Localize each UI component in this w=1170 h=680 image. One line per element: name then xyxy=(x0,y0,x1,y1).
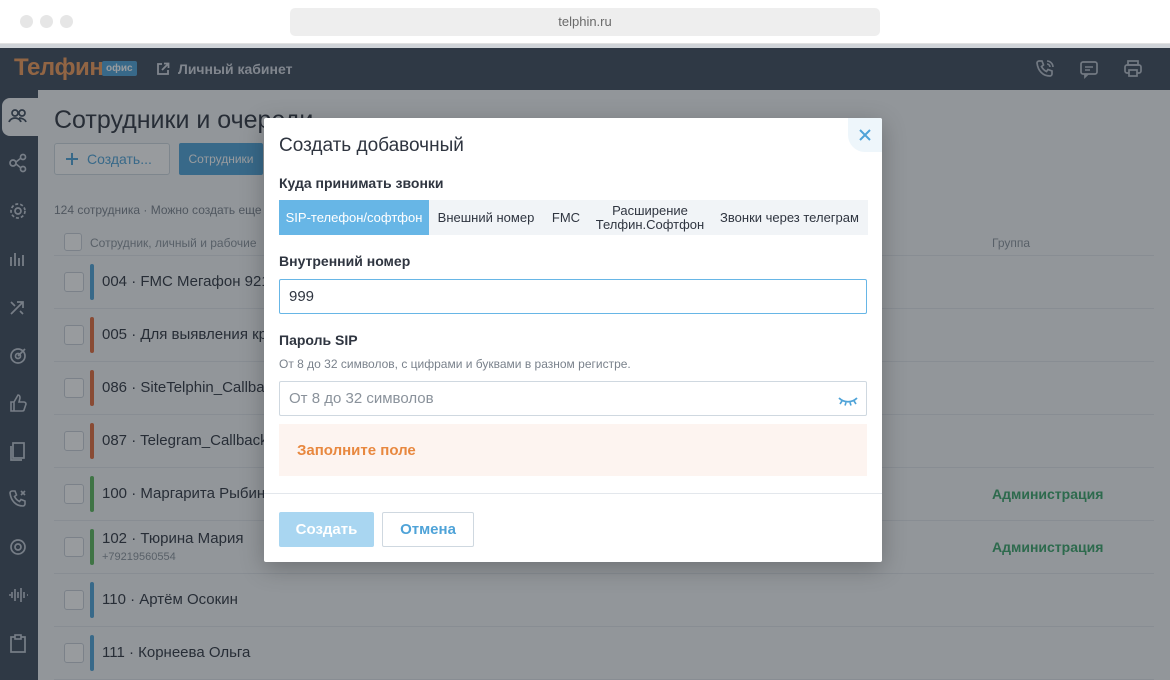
dialog-divider xyxy=(264,493,882,494)
window-zoom-dot[interactable] xyxy=(60,15,73,28)
extension-input[interactable] xyxy=(279,279,867,314)
password-label: Пароль SIP xyxy=(279,332,358,348)
extension-label: Внутренний номер xyxy=(279,253,411,269)
password-hint: От 8 до 32 символов, с цифрами и буквами… xyxy=(279,357,631,371)
close-button[interactable] xyxy=(848,118,882,152)
dialog-title: Создать добавочный xyxy=(279,135,464,156)
error-message-box: Заполните поле xyxy=(279,424,867,476)
routing-option-softphone[interactable]: Расширение Телфин.Софтфон xyxy=(589,200,711,235)
address-bar[interactable]: telphin.ru xyxy=(290,8,880,36)
routing-option-telegram[interactable]: Звонки через телеграм xyxy=(711,200,868,235)
routing-option-sip[interactable]: SIP-телефон/софтфон xyxy=(279,200,429,235)
browser-toolbar: telphin.ru xyxy=(0,0,1170,44)
routing-option-fmc[interactable]: FMC xyxy=(543,200,589,235)
window-close-dot[interactable] xyxy=(20,15,33,28)
routing-option-external[interactable]: Внешний номер xyxy=(429,200,543,235)
create-extension-dialog: Создать добавочный Куда принимать звонки… xyxy=(264,118,882,562)
routing-selector: SIP-телефон/софтфон Внешний номер FMC Ра… xyxy=(279,200,868,235)
routing-label: Куда принимать звонки xyxy=(279,175,444,191)
window-minimize-dot[interactable] xyxy=(40,15,53,28)
submit-button[interactable]: Создать xyxy=(279,512,374,547)
password-input[interactable] xyxy=(279,381,867,416)
eye-closed-icon[interactable] xyxy=(837,394,859,408)
error-message: Заполните поле xyxy=(297,442,416,459)
close-icon xyxy=(859,129,871,141)
cancel-button[interactable]: Отмена xyxy=(382,512,474,547)
